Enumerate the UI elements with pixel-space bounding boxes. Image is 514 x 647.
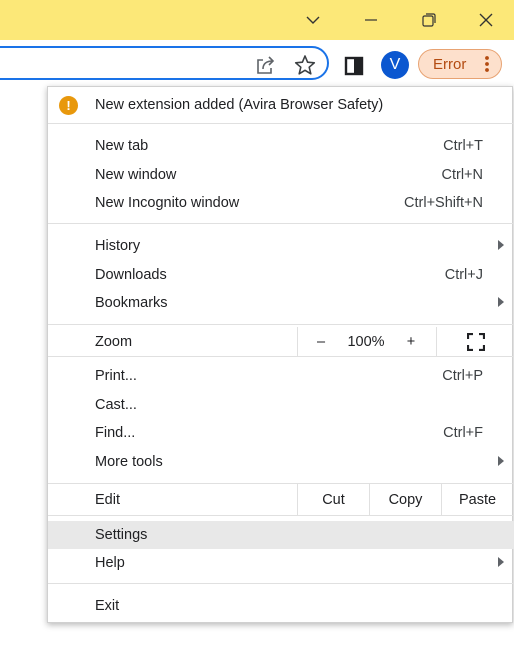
new-tab-shortcut: Ctrl+T — [443, 138, 483, 154]
tab-search-button[interactable] — [284, 0, 342, 40]
restore-icon — [422, 13, 436, 27]
edit-label: Edit — [95, 492, 120, 508]
divider — [48, 515, 514, 516]
zoom-in-button[interactable]: + — [396, 327, 426, 357]
new-incognito-label: New Incognito window — [95, 195, 240, 211]
kebab-menu-icon[interactable] — [477, 54, 497, 74]
share-icon[interactable] — [252, 52, 278, 78]
browser-menu: ! New extension added (Avira Browser Saf… — [47, 86, 514, 623]
error-chip[interactable]: Error — [418, 49, 502, 79]
downloads-label: Downloads — [95, 267, 167, 283]
menu-item-downloads[interactable]: Downloads Ctrl+J — [48, 261, 514, 289]
find-label: Find... — [95, 425, 136, 441]
submenu-arrow-icon — [498, 240, 504, 250]
new-window-shortcut: Ctrl+N — [441, 167, 484, 183]
close-button[interactable] — [457, 0, 514, 40]
divider — [48, 583, 514, 584]
menu-item-new-window[interactable]: New window Ctrl+N — [48, 161, 514, 189]
submenu-arrow-icon — [498, 456, 504, 466]
history-label: History — [95, 238, 141, 254]
close-icon — [479, 13, 493, 27]
divider — [436, 327, 437, 357]
more-tools-label: More tools — [95, 454, 163, 470]
zoom-label: Zoom — [95, 334, 133, 350]
copy-button[interactable]: Copy — [370, 484, 441, 515]
print-label: Print... — [95, 368, 137, 384]
minimize-icon — [365, 19, 377, 21]
cast-label: Cast... — [95, 397, 137, 413]
side-panel-icon[interactable] — [340, 52, 368, 80]
profile-avatar[interactable]: V — [381, 51, 409, 79]
submenu-arrow-icon — [498, 557, 504, 567]
submenu-arrow-icon — [498, 297, 504, 307]
menu-item-find[interactable]: Find... Ctrl+F — [48, 419, 514, 447]
menu-item-history[interactable]: History — [48, 232, 514, 260]
new-tab-label: New tab — [95, 138, 149, 154]
warning-icon: ! — [59, 96, 78, 115]
address-bar[interactable] — [0, 46, 329, 80]
minimize-button[interactable] — [342, 0, 400, 40]
menu-item-cast[interactable]: Cast... — [48, 391, 514, 419]
cut-button[interactable]: Cut — [298, 484, 369, 515]
downloads-shortcut: Ctrl+J — [444, 267, 483, 283]
help-label: Help — [95, 555, 125, 571]
menu-item-edit: Edit Cut Copy Paste — [48, 484, 514, 515]
menu-item-new-tab[interactable]: New tab Ctrl+T — [48, 132, 514, 160]
restore-button[interactable] — [400, 0, 458, 40]
divider — [48, 356, 514, 357]
menu-item-print[interactable]: Print... Ctrl+P — [48, 362, 514, 390]
divider — [48, 223, 514, 224]
browser-toolbar: V Error — [0, 40, 514, 87]
new-incognito-shortcut: Ctrl+Shift+N — [404, 195, 483, 211]
find-shortcut: Ctrl+F — [443, 425, 483, 441]
fullscreen-icon[interactable] — [458, 327, 494, 357]
menu-item-extension-notification[interactable]: ! New extension added (Avira Browser Saf… — [48, 89, 514, 121]
new-window-label: New window — [95, 167, 177, 183]
title-bar — [0, 0, 514, 40]
bookmark-star-icon[interactable] — [292, 52, 318, 78]
paste-button[interactable]: Paste — [442, 484, 513, 515]
menu-item-settings[interactable]: Settings — [48, 521, 514, 549]
notification-text: New extension added (Avira Browser Safet… — [95, 97, 384, 113]
menu-item-zoom: Zoom – 100% + — [48, 327, 514, 357]
zoom-out-button[interactable]: – — [306, 327, 336, 357]
menu-item-more-tools[interactable]: More tools — [48, 448, 514, 476]
print-shortcut: Ctrl+P — [442, 368, 483, 384]
divider — [48, 123, 514, 124]
divider — [48, 324, 514, 325]
settings-label: Settings — [95, 527, 148, 543]
avatar-initial: V — [389, 56, 401, 73]
menu-item-exit[interactable]: Exit — [48, 592, 514, 620]
menu-item-bookmarks[interactable]: Bookmarks — [48, 289, 514, 317]
exit-label: Exit — [95, 598, 120, 614]
menu-item-help[interactable]: Help — [48, 549, 514, 577]
chevron-down-icon — [306, 16, 320, 24]
menu-item-new-incognito-window[interactable]: New Incognito window Ctrl+Shift+N — [48, 189, 514, 217]
zoom-level: 100% — [347, 334, 385, 350]
bookmarks-label: Bookmarks — [95, 295, 168, 311]
divider — [297, 327, 298, 357]
error-label: Error — [433, 56, 467, 73]
